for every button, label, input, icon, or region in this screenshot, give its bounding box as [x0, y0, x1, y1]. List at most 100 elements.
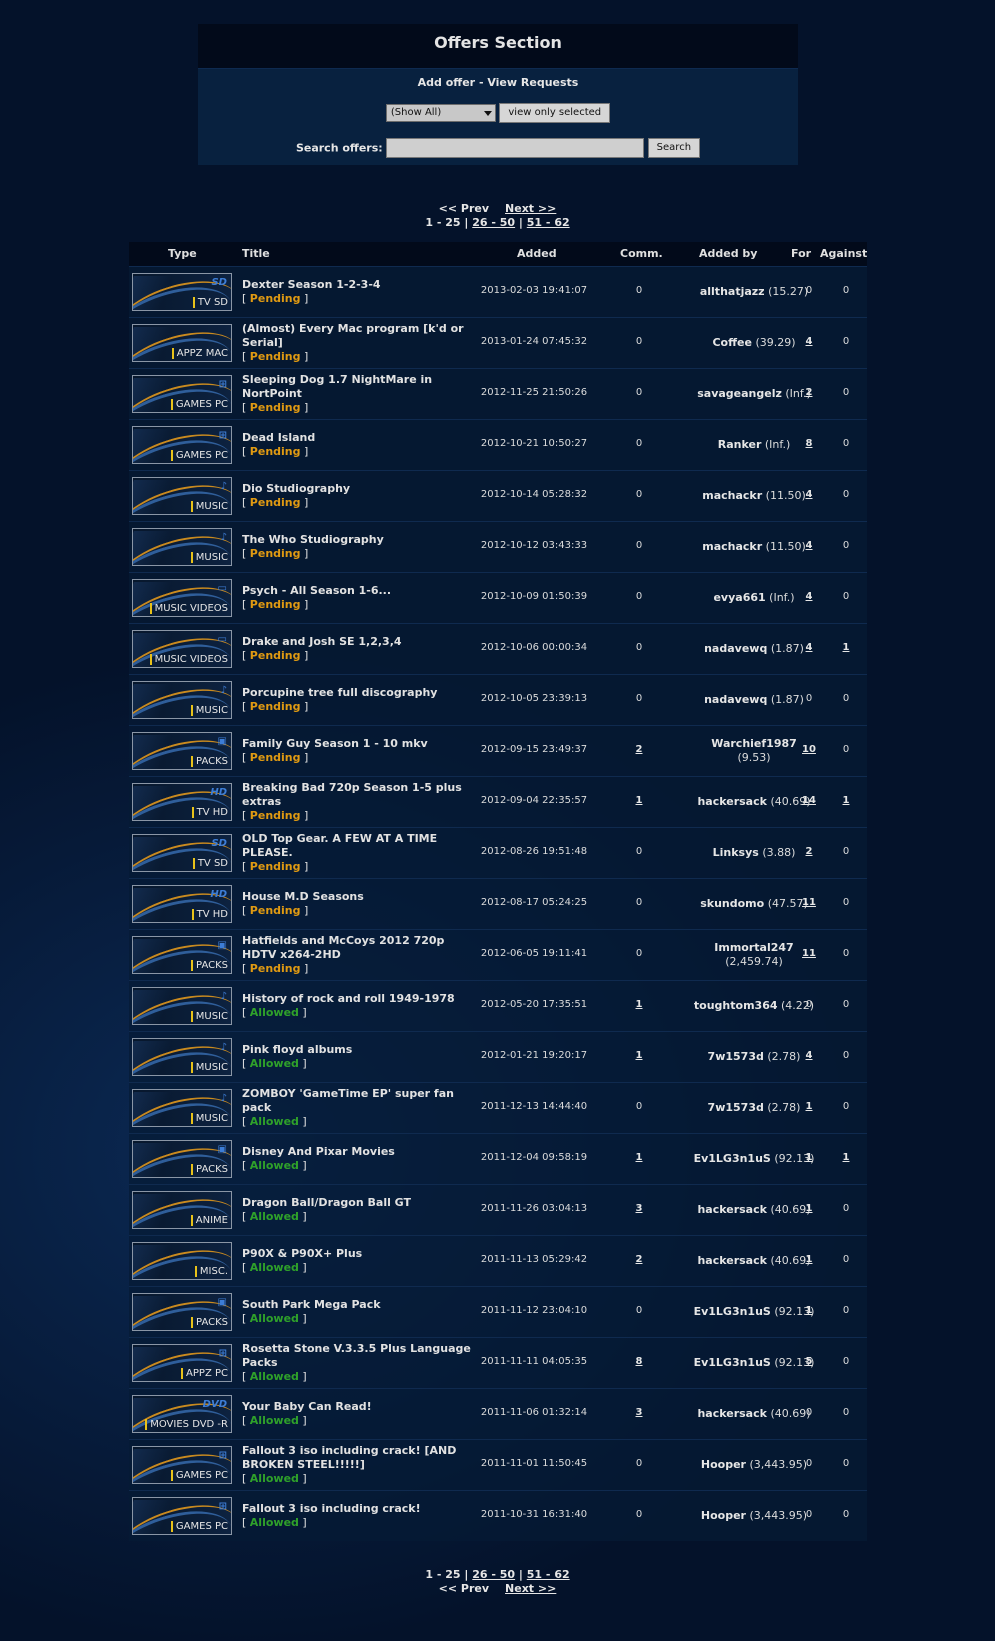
user-link[interactable]: evya661 — [713, 591, 765, 604]
votes-for[interactable]: 1 — [806, 1254, 813, 1265]
user-link[interactable]: Linksys — [713, 846, 759, 859]
votes-for[interactable]: 1 — [806, 1203, 813, 1214]
offer-title-link[interactable]: Porcupine tree full discography — [242, 686, 472, 700]
search-button[interactable]: Search — [647, 138, 701, 158]
user-link[interactable]: machackr — [702, 489, 762, 502]
offer-title-link[interactable]: The Who Studiography — [242, 533, 472, 547]
user-link[interactable]: skundomo — [700, 897, 764, 910]
user-link[interactable]: Hooper — [701, 1458, 746, 1471]
category-badge[interactable]: ▣ PACKS — [132, 1293, 232, 1331]
votes-for[interactable]: 4 — [806, 540, 813, 551]
category-badge[interactable]: SD TV SD — [132, 273, 232, 311]
user-link[interactable]: hackersack — [697, 1203, 767, 1216]
comments-count[interactable]: 3 — [636, 1407, 643, 1418]
category-badge[interactable]: ⊞ APPZ PC — [132, 1344, 232, 1382]
comments-count[interactable]: 8 — [636, 1356, 643, 1367]
page-link[interactable]: 51 - 62 — [527, 216, 570, 229]
next-link[interactable]: Next >> — [505, 202, 556, 215]
page-link[interactable]: 26 - 50 — [472, 1568, 515, 1581]
category-badge[interactable]: APPZ MAC — [132, 324, 232, 362]
votes-for[interactable]: 10 — [802, 744, 816, 755]
offer-title-link[interactable]: Dio Studiography — [242, 482, 472, 496]
comments-count[interactable]: 1 — [636, 999, 643, 1010]
user-link[interactable]: hackersack — [697, 795, 767, 808]
offer-title-link[interactable]: Breaking Bad 720p Season 1-5 plus extras — [242, 781, 472, 809]
votes-for[interactable]: 11 — [802, 897, 816, 908]
votes-for[interactable]: 4 — [806, 336, 813, 347]
view-only-selected-button[interactable]: view only selected — [499, 103, 611, 123]
category-badge[interactable]: ▣ PACKS — [132, 1140, 232, 1178]
page-link[interactable]: 26 - 50 — [472, 216, 515, 229]
offer-title-link[interactable]: Fallout 3 iso including crack! — [242, 1502, 472, 1516]
comments-count[interactable]: 1 — [636, 795, 643, 806]
votes-for[interactable]: 2 — [806, 846, 813, 857]
view-requests-link[interactable]: View Requests — [487, 76, 578, 89]
votes-for[interactable]: 4 — [806, 489, 813, 500]
comments-count[interactable]: 1 — [636, 1152, 643, 1163]
votes-for[interactable]: 2 — [806, 387, 813, 398]
user-link[interactable]: nadavewq — [704, 642, 767, 655]
category-badge[interactable]: ♪ MUSIC — [132, 528, 232, 566]
offer-title-link[interactable]: Family Guy Season 1 - 10 mkv — [242, 737, 472, 751]
col-added-by[interactable]: Added by — [699, 247, 757, 260]
category-badge[interactable]: ⊞ GAMES PC — [132, 1446, 232, 1484]
comments-count[interactable]: 2 — [636, 744, 643, 755]
offer-title-link[interactable]: Dead Island — [242, 431, 472, 445]
offer-title-link[interactable]: House M.D Seasons — [242, 890, 472, 904]
category-badge[interactable]: DVD MOVIES DVD -R — [132, 1395, 232, 1433]
votes-for[interactable]: 1 — [806, 1305, 813, 1316]
category-badge[interactable]: ♪ MUSIC — [132, 681, 232, 719]
user-link[interactable]: savageangelz — [697, 387, 782, 400]
user-link[interactable]: 7w1573d — [708, 1101, 764, 1114]
votes-for[interactable]: 4 — [806, 591, 813, 602]
category-badge[interactable]: ▭ MUSIC VIDEOS — [132, 579, 232, 617]
user-link[interactable]: toughtom364 — [694, 999, 778, 1012]
user-link[interactable]: Ranker — [718, 438, 762, 451]
offer-title-link[interactable]: Dexter Season 1-2-3-4 — [242, 278, 472, 292]
category-badge[interactable]: ⊞ GAMES PC — [132, 375, 232, 413]
category-badge[interactable]: SD TV SD — [132, 834, 232, 872]
user-link[interactable]: Coffee — [712, 336, 751, 349]
user-link[interactable]: Ev1LG3n1uS — [694, 1305, 771, 1318]
category-badge[interactable]: ▣ PACKS — [132, 936, 232, 974]
comments-count[interactable]: 1 — [636, 1050, 643, 1061]
offer-title-link[interactable]: Pink floyd albums — [242, 1043, 472, 1057]
offer-title-link[interactable]: Hatfields and McCoys 2012 720p HDTV x264… — [242, 934, 472, 962]
user-link[interactable]: Ev1LG3n1uS — [694, 1356, 771, 1369]
category-badge[interactable]: ♪ MUSIC — [132, 1038, 232, 1076]
votes-against[interactable]: 1 — [843, 1152, 850, 1163]
votes-for[interactable]: 4 — [806, 1050, 813, 1061]
offer-title-link[interactable]: Fallout 3 iso including crack! [AND BROK… — [242, 1444, 472, 1472]
comments-count[interactable]: 2 — [636, 1254, 643, 1265]
category-badge[interactable]: ⊞ GAMES PC — [132, 1497, 232, 1535]
col-against[interactable]: Against — [820, 247, 867, 260]
add-offer-link[interactable]: Add offer — [418, 76, 475, 89]
user-link[interactable]: 7w1573d — [708, 1050, 764, 1063]
votes-for[interactable]: 14 — [802, 795, 816, 806]
col-comm[interactable]: Comm. — [620, 247, 663, 260]
category-badge[interactable]: MISC. — [132, 1242, 232, 1280]
votes-against[interactable]: 1 — [843, 795, 850, 806]
offer-title-link[interactable]: (Almost) Every Mac program [k'd or Seria… — [242, 322, 472, 350]
offer-title-link[interactable]: OLD Top Gear. A FEW AT A TIME PLEASE. — [242, 832, 472, 860]
user-link[interactable]: hackersack — [697, 1407, 767, 1420]
votes-for[interactable]: 5 — [806, 1356, 813, 1367]
offer-title-link[interactable]: P90X & P90X+ Plus — [242, 1247, 472, 1261]
votes-for[interactable]: 11 — [802, 948, 816, 959]
user-link[interactable]: machackr — [702, 540, 762, 553]
user-link[interactable]: allthatjazz — [700, 285, 765, 298]
user-link[interactable]: nadavewq — [704, 693, 767, 706]
offer-title-link[interactable]: Disney And Pixar Movies — [242, 1145, 472, 1159]
user-link[interactable]: Ev1LG3n1uS — [694, 1152, 771, 1165]
offer-title-link[interactable]: Drake and Josh SE 1,2,3,4 — [242, 635, 472, 649]
offer-title-link[interactable]: ZOMBOY 'GameTime EP' super fan pack — [242, 1087, 472, 1115]
col-title[interactable]: Title — [242, 247, 270, 260]
category-badge[interactable]: ▭ MUSIC VIDEOS — [132, 630, 232, 668]
votes-for[interactable]: 1 — [806, 1152, 813, 1163]
offer-title-link[interactable]: Sleeping Dog 1.7 NightMare in NortPoint — [242, 373, 472, 401]
category-badge[interactable]: HD TV HD — [132, 783, 232, 821]
category-badge[interactable]: ♪ MUSIC — [132, 987, 232, 1025]
offer-title-link[interactable]: South Park Mega Pack — [242, 1298, 472, 1312]
votes-for[interactable]: 8 — [806, 438, 813, 449]
category-badge[interactable]: ⊞ GAMES PC — [132, 426, 232, 464]
